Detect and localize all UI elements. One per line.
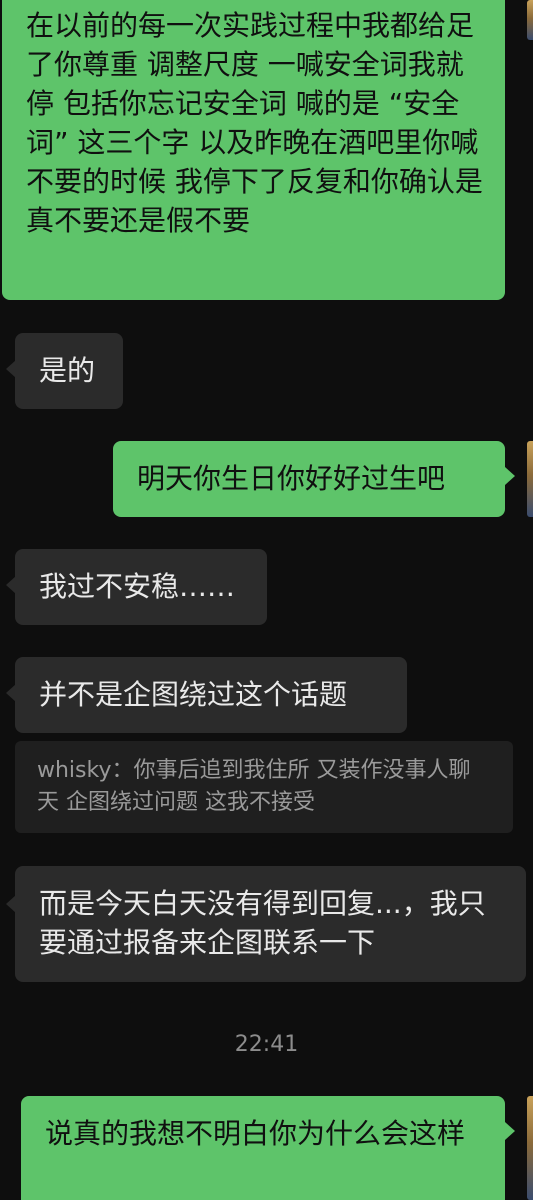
avatar[interactable] [527,0,533,40]
quoted-message[interactable]: whisky：你事后追到我住所 又装作没事人聊天 企图绕过问题 这我不接受 [15,741,513,833]
chat-view: 在以前的每一次实践过程中我都给足了你尊重 调整尺度 一喊安全词我就停 包括你忘记… [0,0,533,1200]
message-text: 说真的我想不明白你为什么会这样 [45,1117,466,1150]
message-text: 在以前的每一次实践过程中我都给足了你尊重 调整尺度 一喊安全词我就停 包括你忘记… [26,9,483,237]
message-text: 明天你生日你好好过生吧 [137,462,446,495]
message-bubble-outgoing[interactable]: 明天你生日你好好过生吧 [113,441,505,517]
message-bubble-outgoing[interactable]: 说真的我想不明白你为什么会这样 [21,1096,505,1200]
bubble-tail [505,1122,515,1140]
message-text: 是的 [39,354,96,387]
quoted-message-text: whisky：你事后追到我住所 又装作没事人聊天 企图绕过问题 这我不接受 [37,758,471,815]
message-bubble-incoming[interactable]: 是的 [15,333,123,409]
message-text: 并不是企图绕过这个话题 [39,678,348,711]
message-bubble-outgoing[interactable]: 在以前的每一次实践过程中我都给足了你尊重 调整尺度 一喊安全词我就停 包括你忘记… [2,0,505,300]
message-text: 而是今天白天没有得到回复...，我只要通过报备来企图联系一下 [39,887,486,959]
message-bubble-incoming[interactable]: 并不是企图绕过这个话题 [15,657,407,733]
avatar[interactable] [527,441,533,517]
message-bubble-incoming[interactable]: 而是今天白天没有得到回复...，我只要通过报备来企图联系一下 [15,866,526,982]
message-text: 我过不安稳…… [39,570,236,603]
timestamp: 22:41 [234,1032,299,1057]
avatar[interactable] [527,1096,533,1200]
message-bubble-incoming[interactable]: 我过不安稳…… [15,549,267,625]
bubble-tail [505,467,515,485]
